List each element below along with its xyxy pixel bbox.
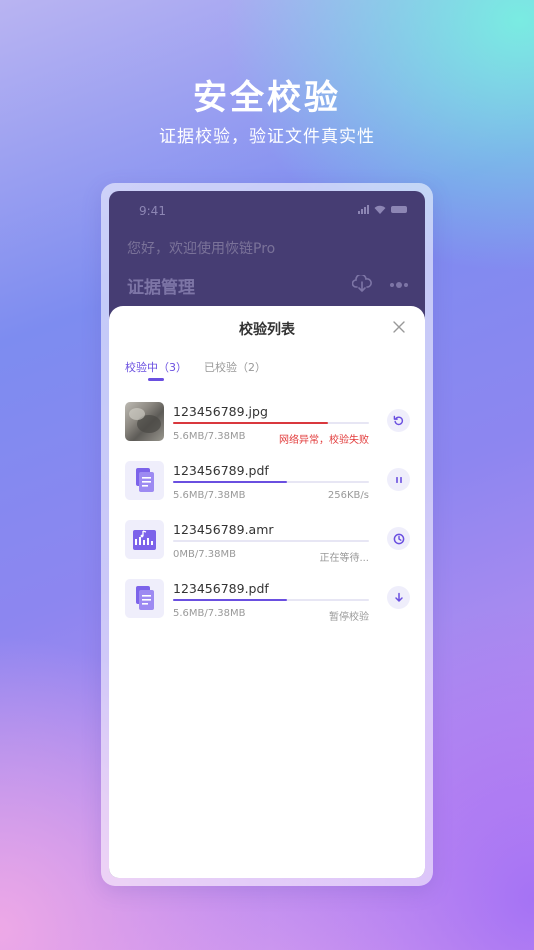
progress-bar — [173, 540, 369, 542]
file-name: 123456789.jpg — [173, 404, 268, 419]
cloud-download-icon[interactable] — [352, 275, 372, 293]
more-icon[interactable] — [390, 282, 408, 288]
document-icon — [136, 468, 154, 492]
file-item[interactable]: 123456789.jpg 5.6MB/7.38MB 网络异常，校验失败 — [125, 400, 410, 446]
status-icons — [358, 205, 407, 214]
phone-frame: 9:41 您好，欢迎使用恢链Pro 证据管理 校验列表 校验中（3） 已校验（2… — [101, 183, 433, 886]
document-thumbnail — [125, 461, 164, 500]
file-status: 暂停校验 — [329, 612, 369, 623]
wifi-icon — [374, 205, 386, 214]
status-time: 9:41 — [139, 204, 166, 218]
pause-icon — [395, 476, 402, 483]
tab-verified[interactable]: 已校验（2） — [204, 359, 266, 375]
progress-fill — [173, 481, 287, 483]
tab-verifying[interactable]: 校验中（3） — [125, 359, 187, 375]
file-item[interactable]: 123456789.amr 0MB/7.38MB 正在等待... — [125, 518, 410, 564]
verification-sheet: 校验列表 校验中（3） 已校验（2） 123456789.jpg 5.6MB/7… — [109, 306, 425, 878]
document-thumbnail — [125, 579, 164, 618]
progress-fill — [173, 599, 287, 601]
file-item[interactable]: 123456789.pdf 5.6MB/7.38MB 256KB/s — [125, 459, 410, 503]
progress-bar — [173, 481, 369, 483]
audio-file-icon — [133, 530, 156, 550]
page-title: 证据管理 — [127, 278, 195, 298]
battery-icon — [391, 206, 407, 213]
progress-bar — [173, 422, 369, 424]
retry-icon — [393, 415, 404, 426]
audio-thumbnail — [125, 520, 164, 559]
image-thumbnail — [125, 402, 164, 441]
file-status: 256KB/s — [327, 490, 369, 501]
pause-button[interactable] — [387, 468, 410, 491]
clock-icon — [393, 533, 404, 544]
file-item[interactable]: 123456789.pdf 5.6MB/7.38MB 暂停校验 — [125, 577, 410, 623]
file-name: 123456789.pdf — [173, 463, 269, 478]
progress-bar — [173, 599, 369, 601]
file-status: 正在等待... — [319, 553, 369, 564]
file-status: 网络异常，校验失败 — [279, 435, 369, 446]
file-name: 123456789.pdf — [173, 581, 269, 596]
file-size: 5.6MB/7.38MB — [173, 608, 246, 619]
close-icon[interactable] — [392, 320, 406, 334]
download-arrow-icon — [394, 592, 403, 602]
progress-fill — [173, 422, 328, 424]
file-name: 123456789.amr — [173, 522, 274, 537]
status-bar: 9:41 — [109, 191, 425, 229]
retry-button[interactable] — [387, 409, 410, 432]
document-icon — [136, 586, 154, 610]
file-size: 0MB/7.38MB — [173, 549, 236, 560]
promo-subtitle: 证据校验，验证文件真实性 — [159, 127, 375, 147]
tab-indicator — [148, 378, 164, 381]
resume-button[interactable] — [387, 586, 410, 609]
sheet-title: 校验列表 — [239, 322, 295, 338]
file-size: 5.6MB/7.38MB — [173, 490, 246, 501]
greeting-text: 您好，欢迎使用恢链Pro — [127, 241, 276, 257]
waiting-button[interactable] — [387, 527, 410, 550]
signal-icon — [358, 205, 369, 214]
file-size: 5.6MB/7.38MB — [173, 431, 246, 442]
promo-title: 安全校验 — [193, 78, 341, 118]
phone-screen: 9:41 您好，欢迎使用恢链Pro 证据管理 校验列表 校验中（3） 已校验（2… — [109, 191, 425, 878]
